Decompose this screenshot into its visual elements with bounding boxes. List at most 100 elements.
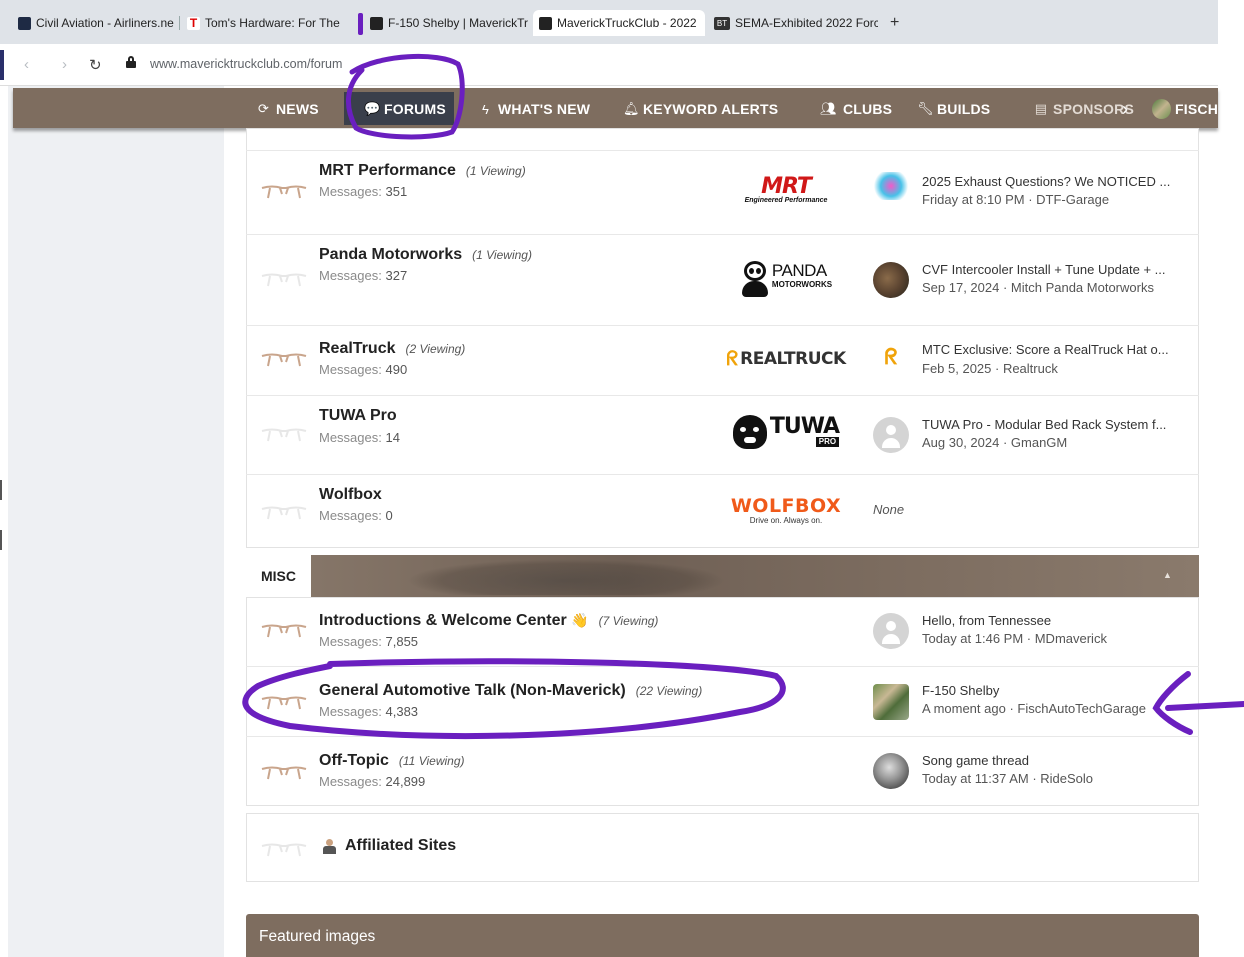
viewing-count: (7 Viewing) xyxy=(598,614,659,628)
last-post-title[interactable]: F-150 Shelby xyxy=(922,683,1184,698)
page-left-gutter xyxy=(8,86,224,957)
last-post-title[interactable]: Song game thread xyxy=(922,753,1184,768)
forum-title[interactable]: Off-Topic (11 Viewing) xyxy=(319,752,465,770)
forum-title[interactable]: Panda Motorworks (1 Viewing) xyxy=(319,246,532,264)
last-post-title[interactable]: TUWA Pro - Modular Bed Rack System f... xyxy=(922,417,1184,432)
forum-title[interactable]: Wolfbox xyxy=(319,486,382,504)
forum-status-icon xyxy=(260,427,308,442)
mtc-favicon-icon xyxy=(539,16,552,30)
forum-message-count: Messages: 24,899 xyxy=(319,774,426,789)
users-icon: 👥︎ xyxy=(820,101,837,116)
viewing-count: (1 Viewing) xyxy=(465,164,526,178)
nav-label: FISCH xyxy=(1175,101,1218,117)
default-avatar-icon[interactable] xyxy=(873,613,909,649)
avatar xyxy=(1152,99,1171,119)
nav-builds[interactable]: 🔧︎ BUILDS xyxy=(917,99,990,119)
annotation-tab-marker xyxy=(358,13,363,35)
mtc-favicon-icon xyxy=(370,16,383,30)
featured-images-header[interactable]: Featured images xyxy=(246,914,1199,957)
forum-title[interactable]: General Automotive Talk (Non-Maverick) (2… xyxy=(319,682,702,700)
forum-divider xyxy=(246,150,1199,151)
nav-forums[interactable]: 💬 FORUMS xyxy=(344,92,454,125)
forward-icon[interactable]: › xyxy=(62,56,67,73)
url-field[interactable]: www.mavericktruckclub.com/forum xyxy=(150,57,355,71)
misc-section-title[interactable]: MISC xyxy=(246,555,311,597)
last-post-title[interactable]: CVF Intercooler Install + Tune Update + … xyxy=(922,262,1184,277)
last-post-meta[interactable]: Sep 17, 2024 · Mitch Panda Motorworks xyxy=(922,280,1154,295)
last-post-title[interactable]: 2025 Exhaust Questions? We NOTICED ... xyxy=(922,174,1184,189)
bt-favicon-icon: BT xyxy=(714,16,730,30)
forum-status-icon xyxy=(260,695,308,710)
last-post-meta[interactable]: Feb 5, 2025 · Realtruck xyxy=(922,361,1058,376)
panda-motorworks-logo[interactable]: PANDA MOTORWORKS xyxy=(724,256,848,300)
last-post-meta[interactable]: Aug 30, 2024 · GmanGM xyxy=(922,435,1067,450)
forum-status-icon xyxy=(260,623,308,638)
toms-hardware-favicon-icon: T xyxy=(187,16,200,30)
forum-message-count: Messages: 7,855 xyxy=(319,634,419,649)
news-icon: ⟳ xyxy=(257,101,270,116)
last-post-meta[interactable]: Friday at 8:10 PM · DTF-Garage xyxy=(922,192,1109,207)
nav-user-account[interactable]: FISCH xyxy=(1152,99,1218,119)
forum-status-icon xyxy=(260,505,308,520)
default-avatar-icon[interactable] xyxy=(873,417,909,453)
misc-section-header[interactable] xyxy=(246,555,1199,597)
nav-label: WHAT'S NEW xyxy=(498,101,591,117)
last-post-title[interactable]: Hello, from Tennessee xyxy=(922,613,1184,628)
browser-tab-sema[interactable]: BT SEMA-Exhibited 2022 Forc xyxy=(714,12,878,34)
mrt-performance-logo[interactable]: MRT Engineered Performance xyxy=(724,168,848,212)
back-icon[interactable]: ‹ xyxy=(24,56,29,73)
nav-scroll-right-icon[interactable]: › xyxy=(1122,99,1128,119)
boar-icon xyxy=(732,415,767,449)
nav-label: NEWS xyxy=(276,101,319,117)
forum-status-icon xyxy=(260,842,308,857)
forum-title[interactable]: RealTruck (2 Viewing) xyxy=(319,340,465,358)
browser-tab-toms-hardware[interactable]: T Tom's Hardware: For The H xyxy=(187,12,343,34)
last-post-meta[interactable]: Today at 1:46 PM · MDmaverick xyxy=(922,631,1107,646)
nav-label: BUILDS xyxy=(937,101,991,117)
person-icon xyxy=(322,838,336,854)
avatar[interactable] xyxy=(873,172,909,200)
forum-status-icon xyxy=(260,352,308,367)
window-edge xyxy=(0,480,2,500)
forum-divider xyxy=(246,395,1199,396)
tab-label: MaverickTruckClub - 2022 xyxy=(557,16,697,30)
new-tab-button[interactable]: + xyxy=(890,14,904,32)
last-post-meta[interactable]: Today at 11:37 AM · RideSolo xyxy=(922,771,1093,786)
collapse-icon[interactable]: ▲ xyxy=(1163,570,1172,580)
realtruck-logo[interactable]: ᖇ REALTRUCK xyxy=(724,337,848,381)
browser-tab-airliners[interactable]: Civil Aviation - Airliners.ne xyxy=(18,12,176,34)
forum-status-icon xyxy=(260,765,308,780)
forum-message-count: Messages: 351 xyxy=(319,184,408,199)
browser-tab-mavericktruckclub[interactable]: MaverickTruckClub - 2022 xyxy=(533,10,705,36)
forum-divider xyxy=(246,666,1199,667)
nav-news[interactable]: ⟳ NEWS xyxy=(256,99,319,119)
nav-sponsors[interactable]: ▤ SPONSORS xyxy=(1034,99,1134,119)
realtruck-avatar-icon[interactable]: ᖇ xyxy=(873,342,909,378)
tuwa-pro-logo[interactable]: TUWA PRO xyxy=(724,410,848,454)
forum-title[interactable]: Introductions & Welcome Center 👋 (7 Viewi… xyxy=(319,612,658,630)
wave-icon: 👋 xyxy=(571,612,589,628)
viewing-count: (11 Viewing) xyxy=(398,754,465,768)
bell-icon: 🔔︎ xyxy=(623,101,640,116)
forum-title[interactable]: TUWA Pro xyxy=(319,407,397,425)
last-post-title[interactable]: MTC Exclusive: Score a RealTruck Hat o..… xyxy=(922,342,1184,357)
reload-icon[interactable]: ↻ xyxy=(89,56,102,74)
nav-keyword-alerts[interactable]: 🔔︎ KEYWORD ALERTS xyxy=(623,99,778,119)
forum-title[interactable]: MRT Performance (1 Viewing) xyxy=(319,162,526,180)
viewing-count: (1 Viewing) xyxy=(472,248,532,262)
nav-whats-new[interactable]: ϟ WHAT'S NEW xyxy=(478,99,590,119)
affiliated-sites-link[interactable]: Affiliated Sites xyxy=(322,837,456,855)
avatar[interactable] xyxy=(873,753,909,789)
avatar[interactable] xyxy=(873,262,909,298)
avatar[interactable] xyxy=(873,684,909,720)
last-post-meta[interactable]: A moment ago · FischAutoTechGarage xyxy=(922,701,1154,716)
lock-icon[interactable] xyxy=(126,56,136,68)
window-edge xyxy=(0,530,2,550)
window-edge xyxy=(0,50,4,80)
forum-message-count: Messages: 4,383 xyxy=(319,704,419,719)
viewing-count: (2 Viewing) xyxy=(405,342,466,356)
nav-clubs[interactable]: 👥︎ CLUBS xyxy=(819,99,892,119)
tab-label: F-150 Shelby | MaverickTr xyxy=(388,16,529,30)
wolfbox-logo[interactable]: WOLFBOX Drive on. Always on. xyxy=(724,488,848,532)
browser-tab-f150-shelby[interactable]: F-150 Shelby | MaverickTr xyxy=(370,12,530,34)
